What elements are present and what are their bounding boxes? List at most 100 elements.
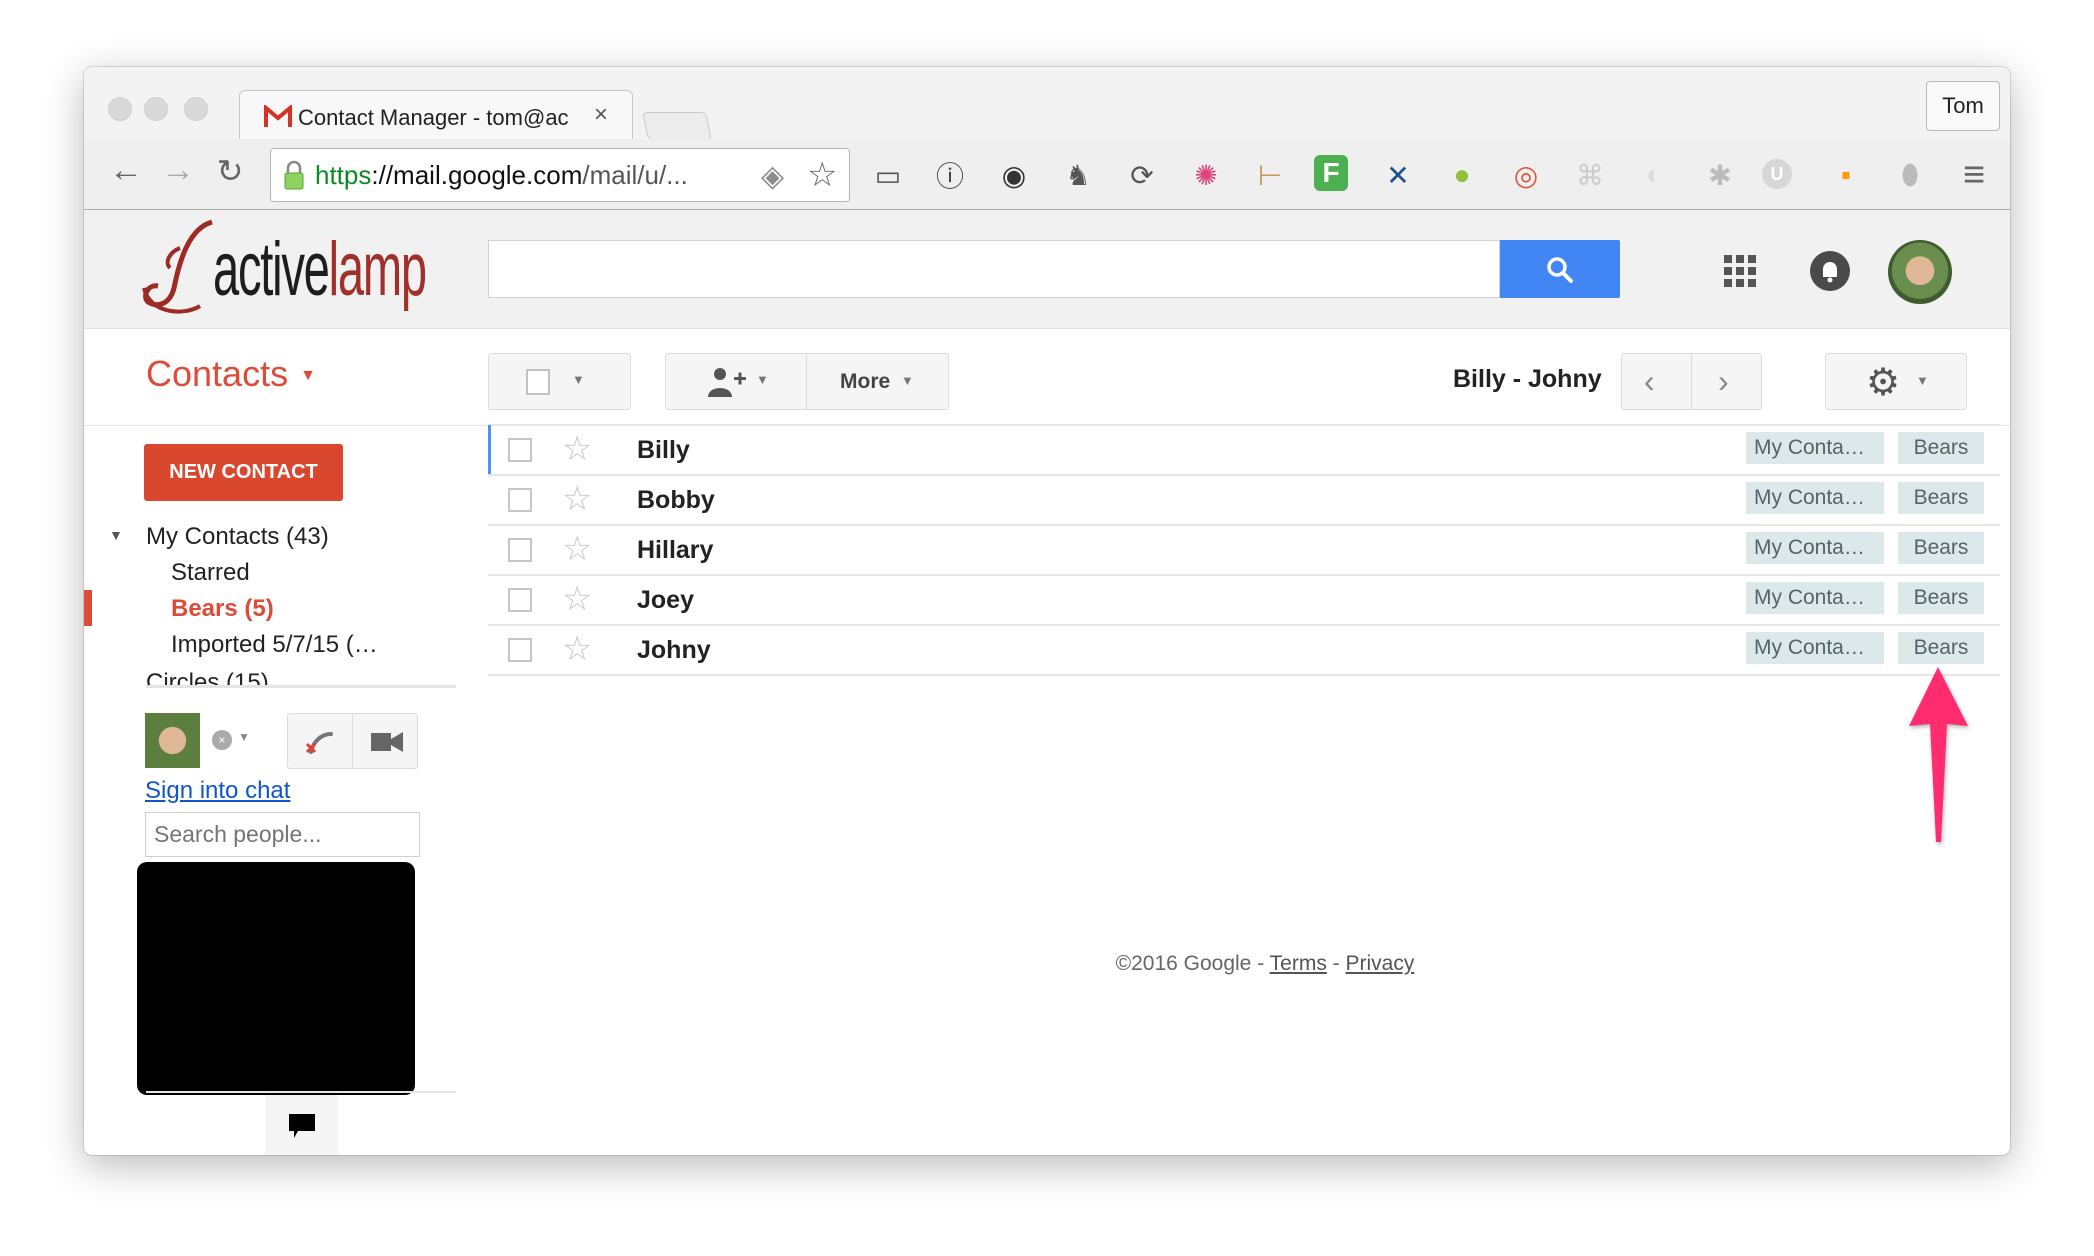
row-checkbox[interactable] bbox=[508, 638, 532, 662]
chat-bubble-icon bbox=[289, 1114, 315, 1138]
chevron-down-icon: ▼ bbox=[756, 372, 769, 387]
chat-avatar[interactable] bbox=[145, 713, 200, 768]
1password-icon[interactable]: ⓘ bbox=[930, 155, 970, 195]
star-icon[interactable]: ☆ bbox=[562, 629, 592, 669]
color-wheel-icon[interactable]: ✺ bbox=[1186, 155, 1226, 195]
group-tag-bears[interactable]: Bears bbox=[1898, 482, 1984, 514]
new-tab-button[interactable] bbox=[642, 112, 712, 140]
gmail-icon bbox=[264, 105, 292, 127]
ruler-icon[interactable]: ⊢ bbox=[1250, 155, 1290, 195]
eye-icon[interactable]: ◎ bbox=[1506, 155, 1546, 195]
menu-icon[interactable]: ≡ bbox=[1954, 154, 1994, 196]
close-window-button[interactable] bbox=[108, 97, 132, 121]
sidebar-item-starred[interactable]: Starred bbox=[171, 559, 250, 587]
group-tag-bears[interactable]: Bears bbox=[1898, 532, 1984, 564]
back-icon[interactable]: ← bbox=[106, 151, 146, 190]
row-checkbox[interactable] bbox=[508, 538, 532, 562]
sign-into-chat-link[interactable]: Sign into chat bbox=[145, 777, 290, 805]
new-contact-button[interactable]: NEW CONTACT bbox=[144, 444, 343, 501]
bug-icon[interactable]: ✱ bbox=[1700, 155, 1740, 195]
add-to-group-button[interactable]: ▼ bbox=[665, 353, 807, 410]
zoom-window-button[interactable] bbox=[184, 97, 208, 121]
chat-bubbles-icon[interactable]: ▪ bbox=[1826, 155, 1866, 195]
contacts-title[interactable]: Contacts ▼ bbox=[146, 353, 316, 395]
sitemap-icon[interactable]: ⌘ bbox=[1570, 155, 1610, 195]
star-icon[interactable]: ☆ bbox=[562, 479, 592, 519]
contact-name[interactable]: Bobby bbox=[637, 486, 715, 515]
settings-button[interactable]: ⚙ ▼ bbox=[1825, 353, 1967, 410]
previous-page-button[interactable]: ‹ bbox=[1621, 353, 1692, 410]
chat-toggle-button[interactable] bbox=[265, 1095, 338, 1155]
contact-name[interactable]: Hillary bbox=[637, 536, 713, 565]
lightbulb-icon[interactable]: ● bbox=[1442, 155, 1482, 195]
notifications-bell-icon[interactable] bbox=[1810, 251, 1850, 291]
gear-icon: ⚙ bbox=[1866, 362, 1901, 404]
status-dropdown-chevron-icon[interactable]: ▼ bbox=[238, 730, 250, 744]
next-page-button[interactable]: › bbox=[1691, 353, 1762, 410]
reload-icon[interactable]: ↻ bbox=[210, 152, 250, 190]
ublock-icon[interactable]: U bbox=[1762, 159, 1792, 189]
video-call-button[interactable] bbox=[352, 713, 418, 769]
sidebar-item-my-contacts[interactable]: My Contacts (43) bbox=[146, 523, 329, 551]
search-people-input[interactable] bbox=[145, 812, 420, 857]
contact-row[interactable]: ☆ Johny My Conta… Bears bbox=[488, 625, 2000, 676]
call-phone-button[interactable] bbox=[287, 713, 353, 769]
cast-icon[interactable]: ▭ bbox=[868, 155, 908, 195]
chevron-down-icon: ▼ bbox=[572, 372, 585, 387]
forward-icon[interactable]: → bbox=[158, 151, 198, 190]
bookmark-star-icon[interactable]: ☆ bbox=[807, 155, 837, 195]
group-tag-bears[interactable]: Bears bbox=[1898, 582, 1984, 614]
sync-icon[interactable]: ⟳ bbox=[1122, 155, 1162, 195]
group-tag-my-contacts[interactable]: My Conta… bbox=[1746, 632, 1884, 664]
search-button[interactable] bbox=[1500, 240, 1620, 298]
search-input[interactable] bbox=[488, 240, 1500, 298]
swirl-icon[interactable]: ◐ bbox=[1634, 155, 1674, 195]
terms-link[interactable]: Terms bbox=[1270, 952, 1327, 975]
row-checkbox[interactable] bbox=[508, 588, 532, 612]
url-path: /mail/u/... bbox=[582, 160, 688, 190]
feedly-icon[interactable]: F bbox=[1314, 155, 1348, 191]
select-dropdown-button[interactable]: ▼ bbox=[488, 353, 631, 410]
close-tab-icon[interactable]: × bbox=[594, 101, 608, 129]
privacy-link[interactable]: Privacy bbox=[1346, 952, 1415, 975]
sidebar-item-circles-clipped[interactable]: Circles (15) bbox=[146, 665, 456, 685]
expand-caret-icon[interactable]: ▼ bbox=[109, 527, 123, 543]
contact-row[interactable]: ☆ Hillary My Conta… Bears bbox=[488, 525, 2000, 576]
shield-icon[interactable]: ⬮ bbox=[1890, 155, 1930, 195]
group-tag-my-contacts[interactable]: My Conta… bbox=[1746, 582, 1884, 614]
sidebar-item-imported[interactable]: Imported 5/7/15 (… bbox=[171, 631, 378, 659]
list-top-border bbox=[488, 424, 2000, 425]
select-all-checkbox[interactable] bbox=[526, 369, 550, 395]
star-icon[interactable]: ☆ bbox=[562, 429, 592, 469]
star-icon[interactable]: ☆ bbox=[562, 529, 592, 569]
contact-row[interactable]: ☆ Bobby My Conta… Bears bbox=[488, 475, 2000, 526]
row-checkbox[interactable] bbox=[508, 488, 532, 512]
jira-icon[interactable]: ✕ bbox=[1378, 155, 1418, 195]
evernote-icon[interactable]: ♞ bbox=[1058, 155, 1098, 195]
app-header: activelamp bbox=[84, 210, 2010, 329]
more-button[interactable]: More ▼ bbox=[806, 353, 949, 410]
address-bar[interactable]: https://mail.google.com/mail/u/... ◈ ☆ bbox=[270, 148, 850, 202]
group-tag-my-contacts[interactable]: My Conta… bbox=[1746, 432, 1884, 464]
chevron-left-icon: ‹ bbox=[1644, 363, 1655, 399]
color-picker-icon[interactable]: ◉ bbox=[994, 155, 1034, 195]
contact-name[interactable]: Billy bbox=[637, 436, 690, 465]
group-tag-bears[interactable]: Bears bbox=[1898, 432, 1984, 464]
group-tag-my-contacts[interactable]: My Conta… bbox=[1746, 532, 1884, 564]
diamond-extension-icon[interactable]: ◈ bbox=[761, 159, 784, 194]
contact-name[interactable]: Joey bbox=[637, 586, 694, 615]
group-tag-my-contacts[interactable]: My Conta… bbox=[1746, 482, 1884, 514]
contact-row[interactable]: ☆ Joey My Conta… Bears bbox=[488, 575, 2000, 626]
row-checkbox[interactable] bbox=[508, 438, 532, 462]
contact-row[interactable]: ☆ Billy My Conta… Bears bbox=[488, 425, 2000, 476]
apps-grid-icon[interactable] bbox=[1724, 255, 1756, 287]
star-icon[interactable]: ☆ bbox=[562, 579, 592, 619]
user-avatar[interactable] bbox=[1888, 240, 1952, 304]
minimize-window-button[interactable] bbox=[144, 97, 168, 121]
status-offline-icon[interactable]: × bbox=[212, 730, 232, 750]
contacts-title-label: Contacts bbox=[146, 353, 289, 394]
tab-bar: Contact Manager - tom@ac × Tom bbox=[84, 67, 2010, 141]
profile-button[interactable]: Tom bbox=[1926, 81, 2000, 131]
contact-name[interactable]: Johny bbox=[637, 636, 711, 665]
sidebar-item-bears[interactable]: Bears (5) bbox=[171, 595, 274, 623]
